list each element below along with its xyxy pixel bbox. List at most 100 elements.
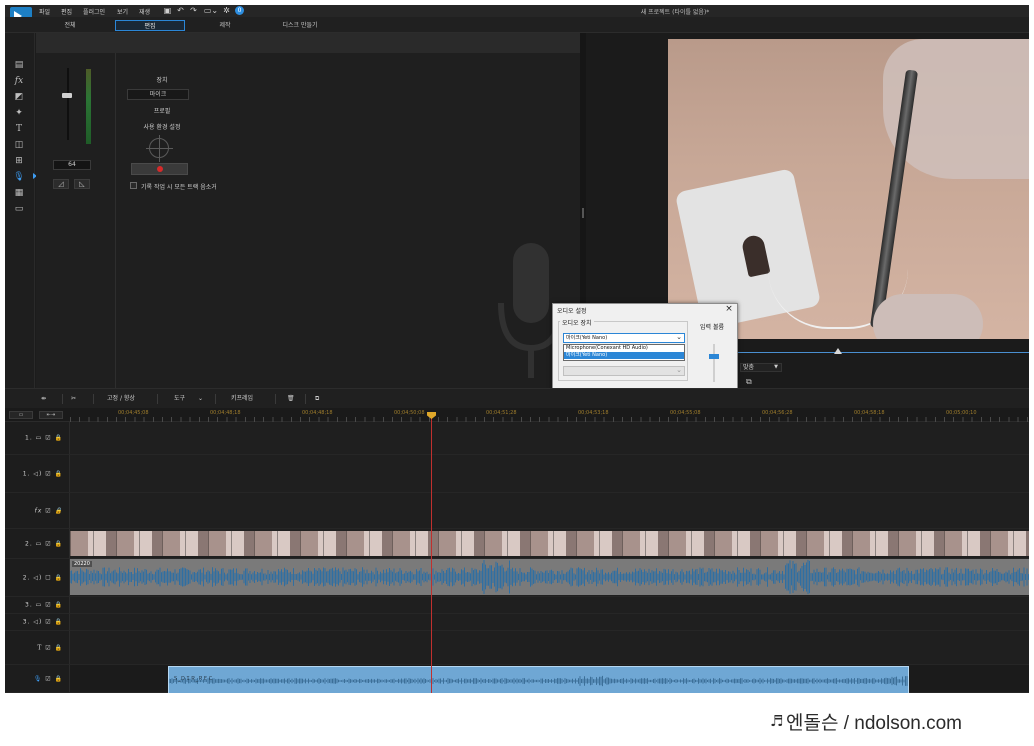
track-video-2[interactable] xyxy=(70,529,1029,559)
settings-gear-icon[interactable]: ✲ xyxy=(222,6,231,15)
track-header-title[interactable]: T ☑ 🔒 xyxy=(5,631,70,665)
fit-timeline-button[interactable]: ⇤⇥ xyxy=(39,411,63,419)
track-label: 3. ◁) ☑ 🔒 xyxy=(22,618,63,626)
track-header-effect[interactable]: fx ☑ 🔒 xyxy=(5,493,70,529)
ruler-timecode: 00;04;50;08 xyxy=(394,410,425,416)
track-audio-1[interactable] xyxy=(70,455,1029,493)
save-icon[interactable]: ▣ xyxy=(163,6,172,15)
menu-view[interactable]: 보기 xyxy=(117,7,128,16)
volume-slider-track[interactable] xyxy=(67,68,69,140)
fade-in-button[interactable]: ◿ xyxy=(53,179,69,189)
fade-out-button[interactable]: ◺ xyxy=(74,179,90,189)
device-option-conexant[interactable]: Microphone(Conexant HD Audio) xyxy=(564,345,684,352)
preview-quality-select[interactable]: 맞춤 xyxy=(740,363,782,372)
splitter-grip[interactable] xyxy=(582,208,584,218)
track-header-video-1[interactable]: 1. ▭ ☑ 🔒 xyxy=(5,422,70,455)
input-volume-label: 입력 볼륨 xyxy=(700,324,724,331)
redo-icon[interactable]: ↷ xyxy=(189,6,198,15)
audio-clip[interactable]: 20220 xyxy=(70,559,1029,595)
voice-recording-icon[interactable]: 🎙 xyxy=(13,171,25,183)
voice-clip-name: Ｓ_ＤＩＲ_ＲＥＣ xyxy=(173,676,214,682)
window-title: 새 프로젝트 (타이틀 없음)* xyxy=(640,9,710,16)
track-voice[interactable]: Ｓ_ＤＩＲ_ＲＥＣ xyxy=(70,665,1029,693)
tab-create-disc[interactable]: 디스크 만들기 xyxy=(265,20,335,31)
record-button[interactable] xyxy=(131,163,188,175)
fx-icon[interactable]: fx xyxy=(13,75,25,87)
fix-enhance-button[interactable]: 고정 / 향상 xyxy=(107,394,135,403)
volume-value[interactable]: 64 xyxy=(53,160,91,170)
aspect-ratio-icon[interactable]: ▭⌄ xyxy=(203,6,219,15)
ruler-timecode: 00;04;45;08 xyxy=(118,410,149,416)
transition-icon[interactable]: ◫ xyxy=(13,139,25,151)
profile-label: 프로필 xyxy=(153,108,171,115)
track-header-voice[interactable]: 🎙 ☑ 🔒 xyxy=(5,665,70,693)
vu-meter xyxy=(86,69,91,144)
mute-all-tracks-checkbox[interactable] xyxy=(130,182,137,189)
track-header-audio-3[interactable]: 3. ◁) ☑ 🔒 xyxy=(5,614,70,631)
track-header-audio-1[interactable]: 1. ◁) ☑ 🔒 xyxy=(5,455,70,493)
playhead-line[interactable] xyxy=(431,412,432,693)
split-track-icon[interactable]: ⇹ xyxy=(41,394,46,403)
timeline-ruler[interactable]: ▭ ⇤⇥ 00;04;45;08 00;04;48;18 00;04;48;18… xyxy=(5,408,1029,422)
device-option-yeti-nano[interactable]: 마이크(Yeti Nano) xyxy=(564,352,684,359)
undo-icon[interactable]: ↶ xyxy=(176,6,185,15)
track-audio-3[interactable] xyxy=(70,614,1029,631)
audio-mixing-icon[interactable]: ⊞ xyxy=(13,155,25,167)
notification-badge[interactable]: 0 xyxy=(235,6,244,15)
menu-plugin[interactable]: 플러그인 xyxy=(83,7,105,16)
device-button[interactable]: 마이크 xyxy=(127,89,189,100)
particle-icon[interactable]: ✦ xyxy=(13,107,25,119)
audio-device-select[interactable]: 마이크(Yeti Nano) xyxy=(563,333,685,343)
tools-chevron-down-icon[interactable]: ⌄ xyxy=(198,394,203,403)
preview-scrub-thumb[interactable] xyxy=(834,348,842,354)
media-room-icon[interactable]: ▤ xyxy=(13,59,25,71)
cut-icon[interactable]: ✂ xyxy=(71,394,76,403)
track-audio-2[interactable]: 20220 xyxy=(70,559,1029,597)
menu-file[interactable]: 파일 xyxy=(39,7,50,16)
track-header-audio-2[interactable]: 2. ◁) ☐ 🔒 xyxy=(5,559,70,597)
video-clip[interactable] xyxy=(70,531,1029,556)
trash-icon[interactable]: 🗑 xyxy=(287,394,295,403)
volume-slider-thumb[interactable] xyxy=(62,93,72,98)
keyframe-button[interactable]: 키프레임 xyxy=(231,394,253,403)
tab-edit[interactable]: 편집 xyxy=(115,20,185,31)
track-label: 2. ▭ ☑ 🔒 xyxy=(25,540,63,547)
track-video-3[interactable] xyxy=(70,597,1029,614)
track-label: 1. ◁) ☑ 🔒 xyxy=(22,470,63,477)
title-icon[interactable]: T xyxy=(13,123,25,135)
track-label: T ☑ 🔒 xyxy=(37,644,63,651)
tab-produce[interactable]: 제작 xyxy=(190,20,260,31)
toolbar-separator xyxy=(275,394,276,404)
timer-icon[interactable] xyxy=(146,135,173,162)
powerdirector-window: 파일 편집 플러그인 보기 재생 ▣ ↶ ↷ ▭⌄ ✲ 0 새 프로젝트 (타이… xyxy=(5,5,1029,693)
voice-clip[interactable]: Ｓ_ＤＩＲ_ＲＥＣ xyxy=(168,666,909,693)
tools-button[interactable]: 도구 xyxy=(174,394,185,403)
audio-input-select[interactable] xyxy=(563,366,685,376)
chapter-icon[interactable]: ▦ xyxy=(13,187,25,199)
gloved-hand-bottom xyxy=(873,294,983,339)
close-icon[interactable]: × xyxy=(724,304,734,314)
track-header-video-3[interactable]: 3. ▭ ☑ 🔒 xyxy=(5,597,70,614)
room-header xyxy=(36,33,580,53)
track-label: fx ☑ 🔒 xyxy=(34,507,63,514)
menu-play[interactable]: 재생 xyxy=(139,7,150,16)
timeline-toolbar: ⇹ ✂ 고정 / 향상 도구 ⌄ 키프레임 🗑 ⧉ xyxy=(5,388,1029,408)
tab-full[interactable]: 전체 xyxy=(35,20,105,31)
input-volume-slider-track[interactable] xyxy=(713,344,715,382)
track-manager-button[interactable]: ▭ xyxy=(9,411,33,419)
volume-column: 64 ◿ ◺ xyxy=(36,53,116,388)
popout-preview-icon[interactable]: ⧉ xyxy=(746,377,756,386)
pip-icon[interactable]: ◩ xyxy=(13,91,25,103)
track-video-1[interactable] xyxy=(70,422,1029,455)
track-header-video-2[interactable]: 2. ▭ ☑ 🔒 xyxy=(5,529,70,559)
library-icon[interactable]: ⧉ xyxy=(315,394,319,403)
record-dot-icon xyxy=(157,166,163,172)
ruler-timecode: 00;05;00;10 xyxy=(946,410,977,416)
input-volume-slider-thumb[interactable] xyxy=(709,354,719,359)
timeline-tracks: 1. ▭ ☑ 🔒 1. ◁) ☑ 🔒 fx ☑ 🔒 2. ▭ ☑ 🔒 2. ◁)… xyxy=(5,422,1029,693)
track-effect[interactable] xyxy=(70,493,1029,529)
waveform-path xyxy=(169,675,908,687)
subtitle-icon[interactable]: ▭ xyxy=(13,203,25,215)
menu-edit[interactable]: 편집 xyxy=(61,7,72,16)
track-title[interactable] xyxy=(70,631,1029,665)
